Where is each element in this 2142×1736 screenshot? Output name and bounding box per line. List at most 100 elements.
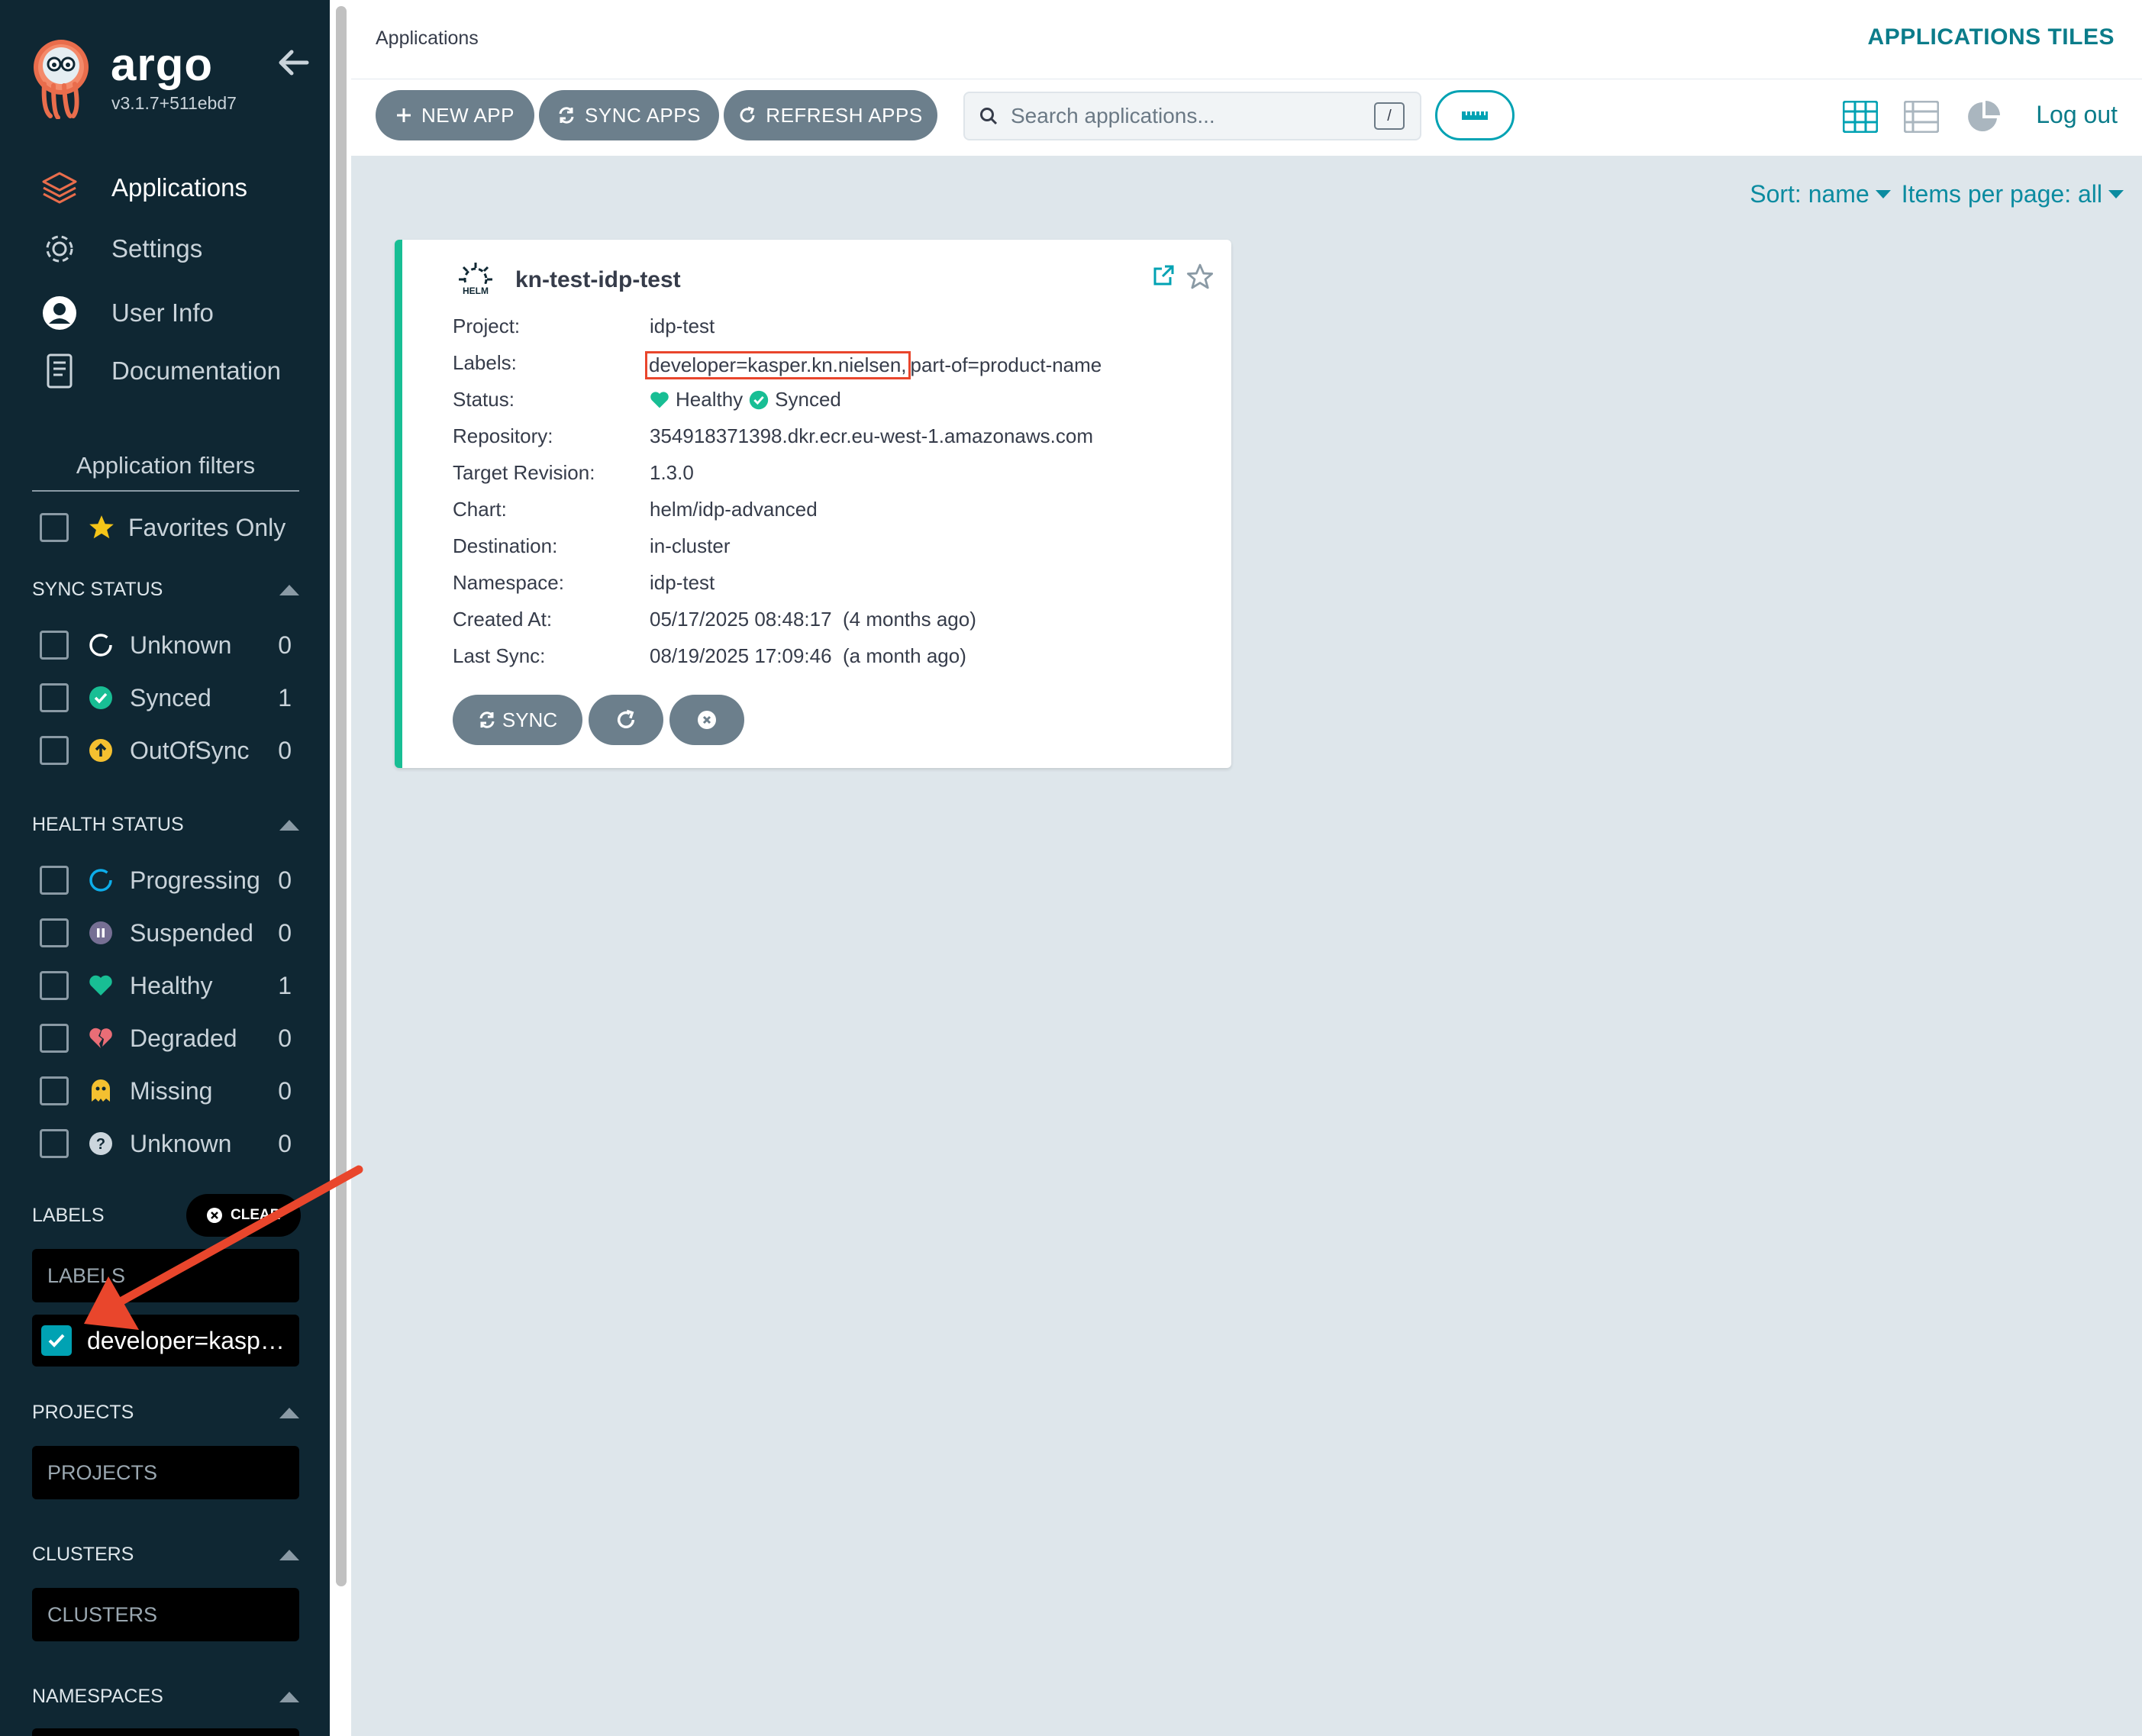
ruler-toggle-button[interactable] — [1435, 90, 1515, 140]
filter-sync-unknown[interactable]: Unknown 0 — [40, 631, 292, 660]
top-bar: Applications APPLICATIONS TILES — [351, 0, 2142, 79]
projects-input[interactable]: PROJECTS — [32, 1446, 299, 1499]
namespaces-header[interactable]: NAMESPACES — [32, 1686, 299, 1708]
caret-down-icon[interactable] — [1875, 190, 1891, 198]
filter-health-healthy[interactable]: Healthy 1 — [40, 971, 292, 1000]
filter-checkbox[interactable] — [40, 1024, 69, 1053]
collapse-triangle-icon[interactable] — [279, 1407, 299, 1418]
label-filter-selected[interactable]: developer=kasper.kn.nielsen — [32, 1315, 299, 1367]
filter-checkbox[interactable] — [40, 971, 69, 1000]
search-input[interactable]: Search applications... / — [963, 92, 1421, 140]
app-delete-button[interactable] — [669, 695, 744, 745]
projects-header[interactable]: PROJECTS — [32, 1402, 299, 1424]
external-link-icon[interactable] — [1152, 264, 1175, 287]
health-status-heading: HEALTH STATUS — [32, 814, 184, 835]
close-circle-icon — [698, 711, 716, 729]
filter-label: Progressing — [130, 866, 260, 894]
items-per-page-dropdown[interactable]: Items per page: all — [1902, 180, 2102, 208]
sync-apps-button[interactable]: SYNC APPS — [539, 90, 719, 140]
check-circle-icon — [87, 684, 115, 712]
label-value: part-of=product-name — [910, 353, 1102, 376]
sort-dropdown[interactable]: Sort: name — [1750, 180, 1869, 208]
refresh-icon — [617, 709, 635, 728]
application-tile[interactable]: HELM kn-test-idp-test Project: idp-test … — [395, 240, 1231, 768]
clusters-header[interactable]: CLUSTERS — [32, 1544, 299, 1566]
filter-label: Degraded — [130, 1024, 237, 1052]
filter-checkbox[interactable] — [40, 736, 69, 765]
circle-notch-icon — [87, 631, 115, 659]
filter-checkbox[interactable] — [40, 631, 69, 660]
prop-value: 1.3.0 — [650, 461, 694, 484]
clear-labels-button[interactable]: CLEAR — [186, 1194, 301, 1237]
collapse-sidebar-icon[interactable] — [276, 46, 310, 79]
ghost-icon — [87, 1077, 115, 1105]
prop-key: Labels: — [453, 351, 517, 374]
prop-key: Chart: — [453, 498, 507, 521]
favorites-only-filter[interactable]: Favorites Only — [40, 513, 285, 542]
collapse-triangle-icon[interactable] — [279, 819, 299, 831]
filter-sync-synced[interactable]: Synced 1 — [40, 683, 292, 712]
filter-checkbox[interactable] — [40, 1076, 69, 1105]
checked-checkbox-icon[interactable] — [41, 1325, 72, 1356]
health-status-header[interactable]: HEALTH STATUS — [32, 814, 299, 836]
svg-text:HELM: HELM — [463, 286, 489, 296]
filter-label: Unknown — [130, 631, 232, 659]
prop-namespace: Namespace: idp-test — [453, 571, 715, 595]
filter-health-suspended[interactable]: Suspended 0 — [40, 918, 292, 947]
filter-checkbox[interactable] — [40, 683, 69, 712]
namespaces-input[interactable] — [32, 1728, 299, 1736]
version-label: v3.1.7+511ebd7 — [111, 93, 237, 113]
filter-sync-outofsync[interactable]: OutOfSync 0 — [40, 736, 292, 765]
app-sync-button[interactable]: SYNC — [453, 695, 582, 745]
heart-broken-icon — [87, 1024, 115, 1052]
sort-controls: Sort: name Items per page: all — [1750, 180, 2124, 208]
book-icon — [38, 350, 81, 392]
search-placeholder: Search applications... — [1011, 104, 1215, 127]
filter-label: Synced — [130, 683, 211, 712]
filter-health-degraded[interactable]: Degraded 0 — [40, 1024, 292, 1053]
nav-documentation[interactable]: Documentation — [38, 348, 281, 394]
summary-pie-icon[interactable] — [1965, 99, 2003, 134]
sidebar: argo v3.1.7+511ebd7 Applications Setting… — [0, 0, 330, 1736]
app-refresh-button[interactable] — [589, 695, 663, 745]
filter-count: 0 — [278, 1076, 292, 1105]
favorites-checkbox[interactable] — [40, 513, 69, 542]
refresh-apps-label: REFRESH APPS — [766, 103, 923, 127]
prop-project: Project: idp-test — [453, 315, 715, 338]
collapse-triangle-icon[interactable] — [279, 1549, 299, 1560]
nav-applications[interactable]: Applications — [38, 165, 247, 211]
tiles-view-icon[interactable] — [1841, 99, 1879, 134]
sidebar-scrollbar-thumb[interactable] — [336, 6, 347, 1586]
star-outline-icon[interactable] — [1186, 263, 1215, 290]
filter-health-unknown[interactable]: ? Unknown 0 — [40, 1129, 292, 1158]
filter-label: Suspended — [130, 918, 253, 947]
filter-label: Unknown — [130, 1129, 232, 1157]
list-view-icon[interactable] — [1902, 99, 1940, 134]
filter-checkbox[interactable] — [40, 866, 69, 895]
nav-settings[interactable]: Settings — [38, 226, 202, 272]
filter-count: 1 — [278, 683, 292, 712]
filter-health-progressing[interactable]: Progressing 0 — [40, 866, 292, 895]
logout-link[interactable]: Log out — [2036, 101, 2118, 129]
collapse-triangle-icon[interactable] — [279, 584, 299, 595]
collapse-triangle-icon[interactable] — [279, 1691, 299, 1702]
filter-checkbox[interactable] — [40, 1129, 69, 1158]
sync-status: Synced — [775, 388, 841, 411]
filter-checkbox[interactable] — [40, 918, 69, 947]
heart-icon — [650, 391, 669, 409]
labels-input[interactable]: LABELS — [32, 1249, 299, 1302]
clusters-heading: CLUSTERS — [32, 1544, 134, 1565]
clusters-input[interactable]: CLUSTERS — [32, 1588, 299, 1641]
argo-logo-icon — [34, 40, 89, 119]
new-app-button[interactable]: NEW APP — [376, 90, 534, 140]
user-circle-icon — [38, 292, 81, 334]
caret-down-icon[interactable] — [2108, 190, 2124, 198]
sync-status-header[interactable]: SYNC STATUS — [32, 579, 299, 601]
prop-value: 05/17/2025 08:48:17 (4 months ago) — [650, 608, 976, 631]
filter-label: Missing — [130, 1076, 213, 1105]
refresh-apps-button[interactable]: REFRESH APPS — [724, 90, 937, 140]
app-name[interactable]: kn-test-idp-test — [515, 267, 681, 293]
filter-count: 0 — [278, 1024, 292, 1052]
nav-user-info[interactable]: User Info — [38, 290, 214, 336]
filter-health-missing[interactable]: Missing 0 — [40, 1076, 292, 1105]
